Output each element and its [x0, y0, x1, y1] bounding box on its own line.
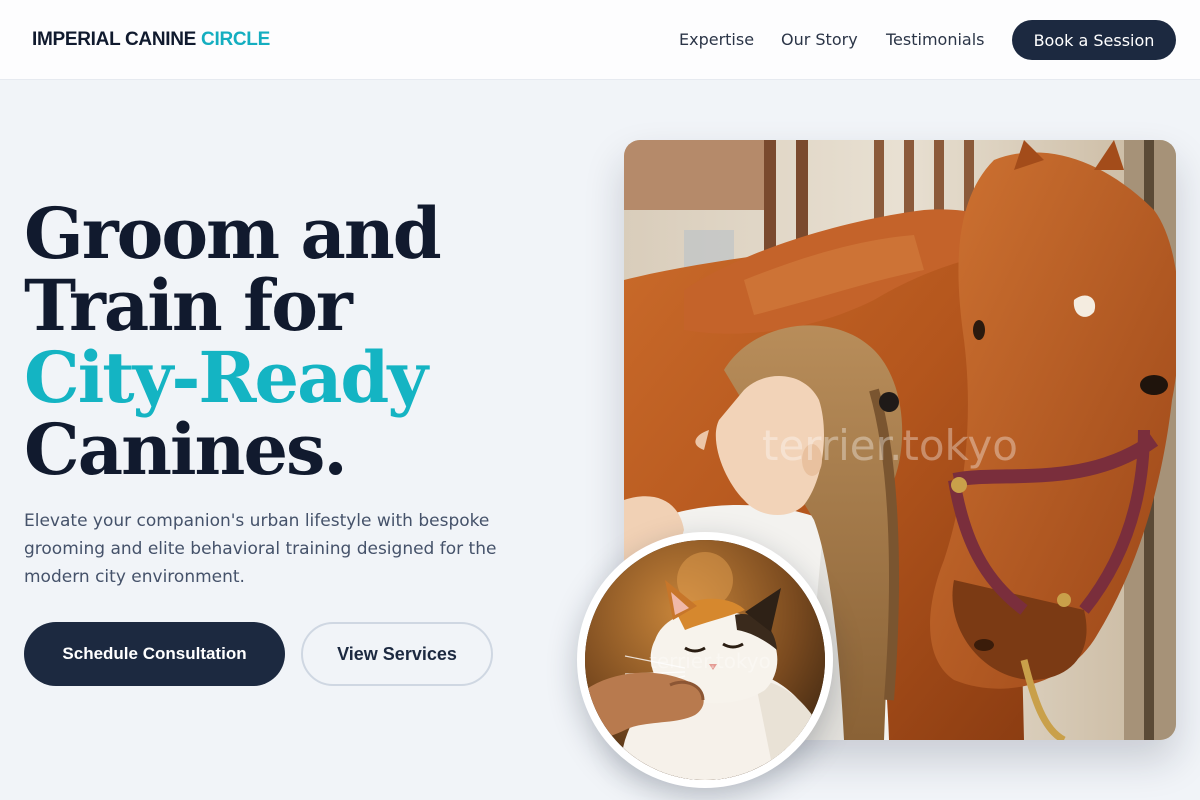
hero-headline: Groom and Train for City-Ready Canines. [24, 198, 584, 486]
site-header: IMPERIAL CANINE CIRCLE Expertise Our Sto… [0, 0, 1200, 80]
nav-link-testimonials[interactable]: Testimonials [886, 30, 985, 49]
cat-photo-illustration: terrier.tokyo [585, 540, 825, 780]
schedule-consultation-button[interactable]: Schedule Consultation [24, 622, 285, 686]
view-services-button[interactable]: View Services [301, 622, 493, 686]
brand-name: IMPERIAL CANINE [32, 29, 197, 50]
inset-photo-watermark: terrier.tokyo [649, 649, 771, 673]
nav-link-expertise[interactable]: Expertise [679, 30, 754, 49]
book-session-button[interactable]: Book a Session [1012, 20, 1176, 60]
headline-accent: City-Ready [24, 336, 428, 419]
nav-link-our-story[interactable]: Our Story [781, 30, 858, 49]
inset-photo-cat: terrier.tokyo [577, 532, 833, 788]
brand-name-accent: CIRCLE [201, 29, 270, 50]
main-photo-watermark: terrier.tokyo [762, 421, 1018, 470]
brand-logo[interactable]: IMPERIAL CANINE CIRCLE [32, 29, 270, 51]
headline-line-1: Groom and [24, 192, 442, 275]
hero-description: Elevate your companion's urban lifestyle… [24, 511, 497, 587]
headline-line-4: Canines. [24, 408, 348, 491]
headline-line-2: Train for [24, 264, 353, 347]
